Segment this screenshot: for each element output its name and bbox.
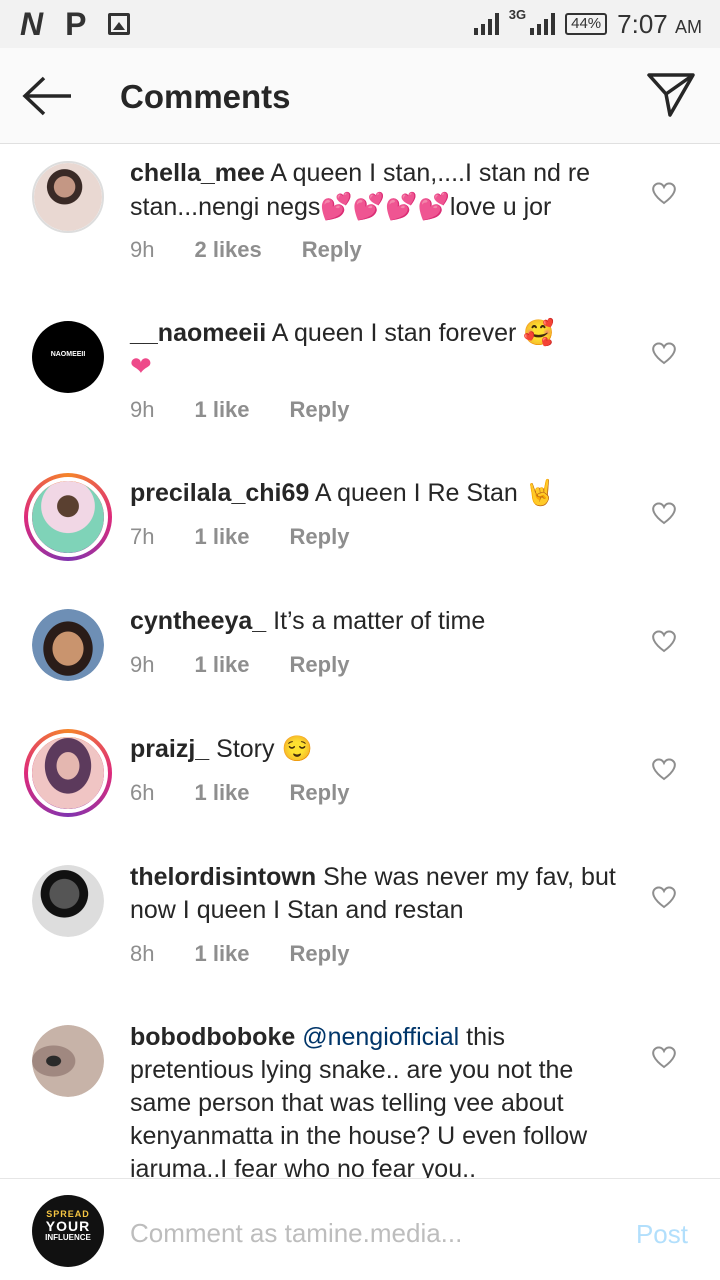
comment-time: 8h xyxy=(130,941,155,966)
emoji: 💕💕💕💕 xyxy=(320,191,450,221)
avatar-label: YOUR xyxy=(45,1218,91,1234)
comment-text: A queen I Re Stan xyxy=(314,479,518,507)
comment-composer: SPREAD YOUR INFLUENCE Post xyxy=(0,1178,720,1280)
emoji: 🥰 xyxy=(523,319,555,347)
username-link[interactable]: thelordisintown xyxy=(130,863,316,891)
heart-icon[interactable] xyxy=(651,629,677,653)
heart-icon[interactable] xyxy=(651,341,677,365)
username-link[interactable]: praizj_ xyxy=(130,735,209,763)
comment-text-tail: love u jor xyxy=(449,193,552,221)
avatar[interactable] xyxy=(24,473,112,561)
avatar[interactable] xyxy=(32,1025,104,1097)
comment-meta: 9h 1 like Reply xyxy=(130,652,349,678)
comment-time: 9h xyxy=(130,397,155,422)
reply-button[interactable]: Reply xyxy=(290,780,350,806)
image-icon xyxy=(108,13,131,35)
n-logo-icon: N xyxy=(20,6,44,42)
comment-body: praizj_ Story 😌 xyxy=(130,733,630,766)
comment-text: It’s a matter of time xyxy=(273,607,486,635)
comment-body: chella_mee A queen I stan,....I stan nd … xyxy=(130,157,630,224)
comment-meta: 7h 1 like Reply xyxy=(130,524,349,550)
comment-meta: 9h 2 likes Reply xyxy=(130,237,362,263)
comment-body: cyntheeya_ It’s a matter of time xyxy=(130,605,630,638)
comment-body: thelordisintown She was never my fav, bu… xyxy=(130,861,620,927)
likes-count[interactable]: 1 like xyxy=(194,780,249,806)
comment-time: 6h xyxy=(130,780,155,805)
avatar[interactable]: NAOMEEII xyxy=(32,321,104,393)
arrow-left-icon[interactable] xyxy=(22,76,74,116)
signal-icon-2 xyxy=(530,13,556,35)
avatar-label: NAOMEEII xyxy=(50,351,86,358)
comment-meta: 6h 1 like Reply xyxy=(130,780,349,806)
status-bar: N P 3G 44% 7:07 AM xyxy=(0,0,720,48)
comment-text: Story xyxy=(216,735,275,763)
battery-indicator: 44% xyxy=(565,13,608,35)
heart-icon[interactable] xyxy=(651,501,677,525)
emoji: 😌 xyxy=(281,735,313,763)
p-logo-icon: P xyxy=(65,6,87,42)
comment-meta: 9h 1 like Reply xyxy=(130,397,349,423)
network-type: 3G xyxy=(508,6,527,22)
emoji: ❤ xyxy=(130,351,152,381)
heart-icon[interactable] xyxy=(651,757,677,781)
avatar[interactable] xyxy=(32,161,104,233)
heart-icon[interactable] xyxy=(651,181,677,205)
avatar: SPREAD YOUR INFLUENCE xyxy=(32,1195,104,1267)
header: Comments xyxy=(0,48,720,144)
username-link[interactable]: precilala_chi69 xyxy=(130,479,309,507)
comment-time: 9h xyxy=(130,652,155,677)
emoji: 🤘 xyxy=(524,479,556,507)
avatar[interactable] xyxy=(32,865,104,937)
avatar-label: INFLUENCE xyxy=(45,1233,91,1242)
paper-plane-icon[interactable] xyxy=(646,72,696,118)
status-time: 7:07 AM xyxy=(617,8,702,39)
comment-time: 9h xyxy=(130,237,155,262)
avatar[interactable] xyxy=(32,609,104,681)
username-link[interactable]: cyntheeya_ xyxy=(130,607,266,635)
reply-button[interactable]: Reply xyxy=(290,652,350,678)
username-link[interactable]: __naomeeii xyxy=(130,319,266,347)
comment-body: __naomeeii A queen I stan forever 🥰 ❤ xyxy=(130,317,630,384)
heart-icon[interactable] xyxy=(651,885,677,909)
avatar[interactable] xyxy=(24,729,112,817)
comment-text: A queen I stan forever xyxy=(271,319,517,347)
reply-button[interactable]: Reply xyxy=(302,237,362,263)
comment-time: 7h xyxy=(130,524,155,549)
heart-icon[interactable] xyxy=(651,1045,677,1069)
username-link[interactable]: chella_mee xyxy=(130,159,265,187)
comment-body: precilala_chi69 A queen I Re Stan 🤘 xyxy=(130,477,630,510)
reply-button[interactable]: Reply xyxy=(290,941,350,967)
username-link[interactable]: bobodboboke xyxy=(130,1023,295,1051)
signal-icon xyxy=(473,13,499,35)
likes-count[interactable]: 1 like xyxy=(194,524,249,550)
likes-count[interactable]: 2 likes xyxy=(194,237,261,263)
comment-body: bobodboboke @nengiofficial this pretenti… xyxy=(130,1021,630,1178)
page-title: Comments xyxy=(120,78,291,115)
likes-count[interactable]: 1 like xyxy=(194,941,249,967)
comment-input[interactable] xyxy=(130,1213,600,1253)
post-button[interactable]: Post xyxy=(636,1219,688,1250)
comment-meta: 8h 1 like Reply xyxy=(130,941,349,967)
likes-count[interactable]: 1 like xyxy=(194,652,249,678)
likes-count[interactable]: 1 like xyxy=(194,397,249,423)
comments-list[interactable]: chella_mee A queen I stan,....I stan nd … xyxy=(0,145,720,1178)
mention-link[interactable]: @nengiofficial xyxy=(302,1023,459,1051)
reply-button[interactable]: Reply xyxy=(290,524,350,550)
reply-button[interactable]: Reply xyxy=(290,397,350,423)
